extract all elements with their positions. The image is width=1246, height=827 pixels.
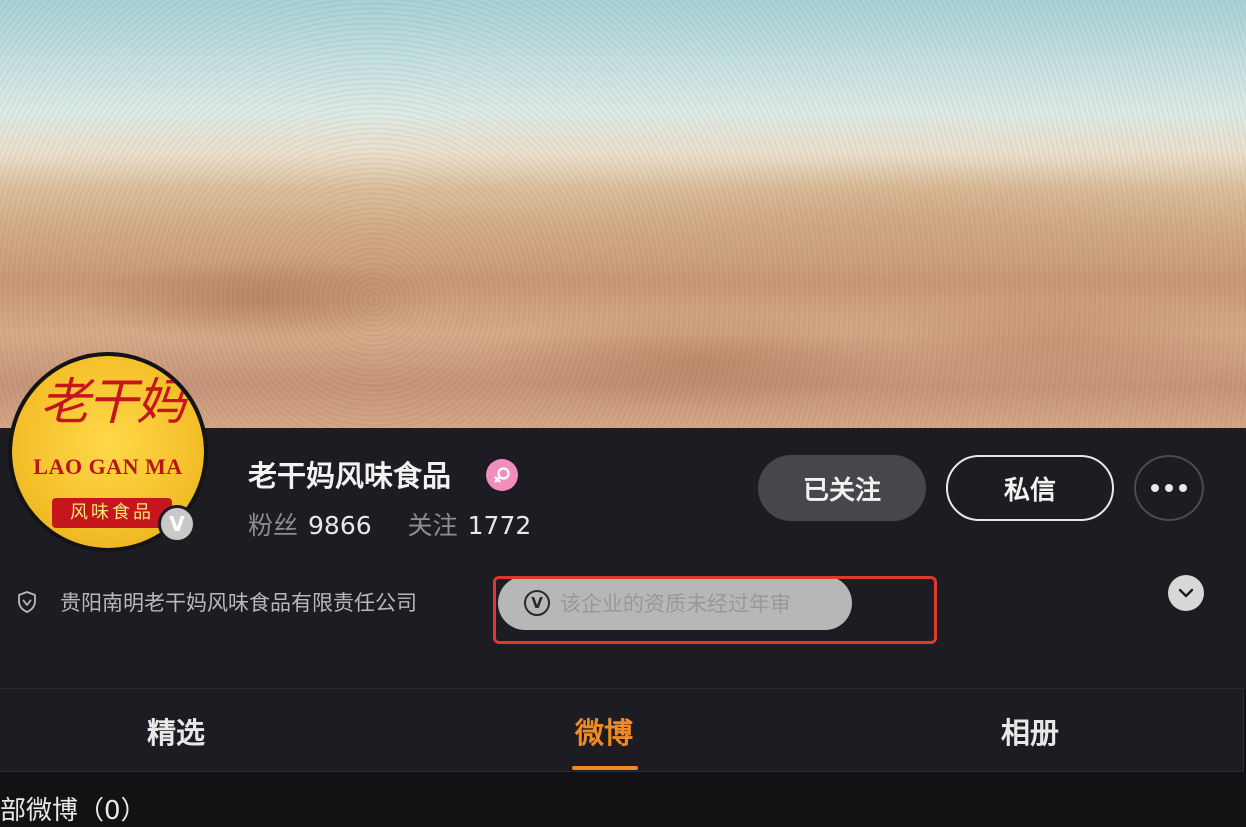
logo-latin-text: LAO GAN MA bbox=[33, 454, 183, 479]
company-name: 贵阳南明老干妈风味食品有限责任公司 bbox=[60, 591, 417, 615]
ellipsis-icon bbox=[1151, 484, 1159, 492]
chevron-down-icon bbox=[1178, 588, 1194, 598]
annotation-highlight-box bbox=[493, 576, 937, 644]
active-tab-indicator bbox=[572, 766, 638, 770]
expand-button[interactable] bbox=[1168, 575, 1204, 611]
profile-stats: 粉丝 9866 关注 1772 bbox=[248, 508, 531, 544]
feed-title: 部微博（0） bbox=[0, 796, 147, 826]
followers-label: 粉丝 bbox=[248, 511, 299, 540]
message-button[interactable]: 私信 bbox=[946, 455, 1114, 521]
followers-value: 9866 bbox=[308, 511, 372, 540]
shield-icon bbox=[16, 590, 38, 614]
followers-count[interactable]: 粉丝 9866 bbox=[248, 511, 372, 540]
following-count[interactable]: 关注 1772 bbox=[408, 511, 532, 540]
tab-featured[interactable]: 精选 bbox=[100, 689, 252, 773]
more-button[interactable] bbox=[1134, 455, 1204, 521]
tab-album[interactable]: 相册 bbox=[954, 689, 1106, 773]
tab-weibo[interactable]: 微博 bbox=[528, 689, 680, 773]
followed-button[interactable]: 已关注 bbox=[758, 455, 926, 521]
verified-badge-icon: V bbox=[158, 505, 196, 543]
logo-script-text: 老干妈 bbox=[40, 373, 186, 431]
cover-image bbox=[0, 0, 1246, 428]
logo-sub-text: 风味食品 bbox=[52, 498, 172, 528]
profile-tabs: 精选 微博 相册 bbox=[0, 688, 1244, 772]
company-verification: 贵阳南明老干妈风味食品有限责任公司 bbox=[16, 586, 417, 618]
following-label: 关注 bbox=[407, 511, 458, 540]
female-icon bbox=[486, 459, 518, 491]
profile-name: 老干妈风味食品 bbox=[248, 459, 452, 493]
following-value: 1772 bbox=[467, 511, 532, 540]
